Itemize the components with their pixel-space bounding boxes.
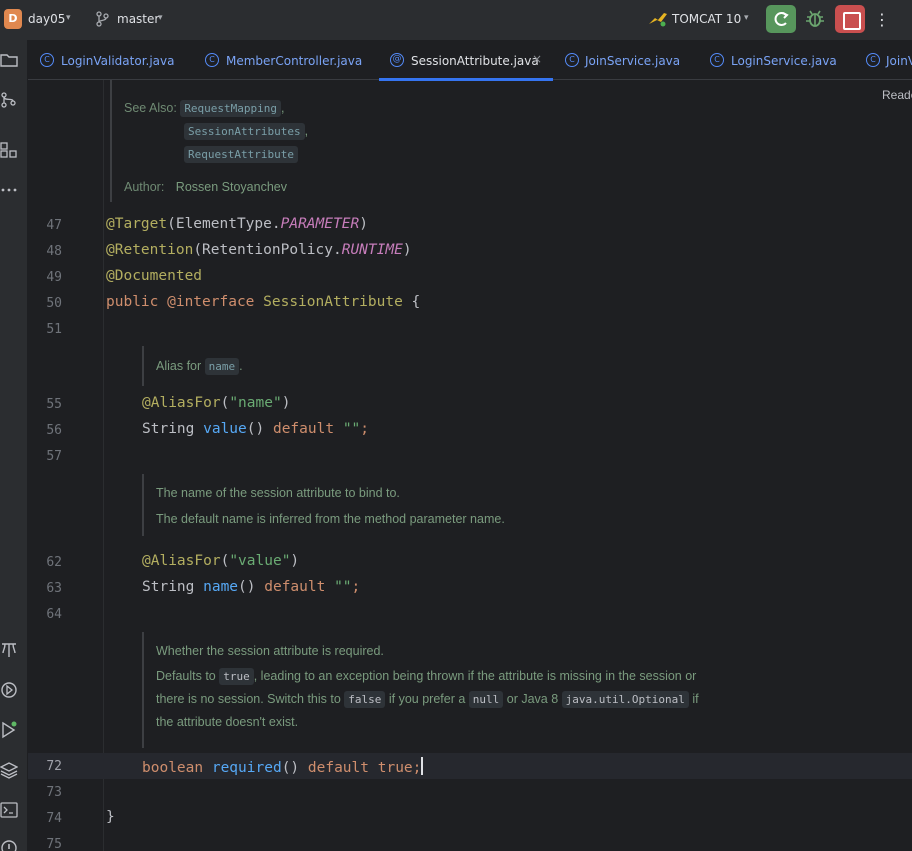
line-number: 56: [46, 423, 62, 438]
chevron-down-icon[interactable]: ▾: [744, 13, 749, 23]
tab-joinv[interactable]: C JoinV: [866, 40, 912, 80]
close-icon[interactable]: ×: [532, 52, 542, 66]
tab-joinservice[interactable]: C JoinService.java: [565, 40, 695, 80]
tab-label: JoinV: [886, 54, 912, 68]
javadoc-block: Alias for name.: [142, 346, 542, 386]
tab-loginvalidator[interactable]: C LoginValidator.java: [40, 40, 190, 80]
doc-link[interactable]: RequestMapping: [180, 100, 282, 117]
class-icon: C: [710, 53, 724, 67]
layers-icon[interactable]: [0, 761, 18, 779]
code-line[interactable]: }: [106, 809, 115, 825]
rerun-icon: [774, 12, 789, 26]
stop-button[interactable]: [835, 5, 865, 33]
tab-sessionattribute[interactable]: @ SessionAttribute.java ×: [379, 40, 553, 81]
code-line[interactable]: String name() default "";: [142, 579, 360, 595]
tab-label: JoinService.java: [585, 54, 681, 68]
author-label: Author:: [124, 180, 165, 194]
code-line[interactable]: boolean required() default true;: [142, 757, 424, 776]
tab-label: SessionAttribute.java: [411, 54, 539, 68]
tomcat-icon[interactable]: [648, 10, 668, 28]
code-chip: false: [344, 691, 386, 708]
javadoc-block: See Also: RequestMapping, SessionAttribu…: [110, 80, 510, 202]
code-chip: true: [219, 668, 254, 685]
rerun-button[interactable]: [766, 5, 796, 33]
reader-mode-label[interactable]: Reade: [882, 88, 912, 102]
javadoc-block: Whether the session attribute is require…: [142, 632, 792, 748]
tab-label: LoginValidator.java: [61, 54, 175, 68]
class-icon: C: [205, 53, 219, 67]
code-line[interactable]: @Retention(RetentionPolicy.RUNTIME): [106, 242, 412, 258]
project-folder-icon[interactable]: [0, 51, 18, 69]
run-icon[interactable]: [0, 721, 18, 739]
commit-icon[interactable]: [0, 91, 18, 109]
line-number: 48: [46, 244, 62, 259]
annotation-icon: @: [390, 53, 404, 67]
class-icon: C: [866, 53, 880, 67]
run-configuration[interactable]: TOMCAT 10: [672, 12, 741, 26]
line-number: 73: [46, 785, 62, 800]
author-name: Rossen Stoyanchev: [175, 180, 287, 194]
tab-label: LoginService.java: [731, 54, 837, 68]
branch-name[interactable]: master: [117, 12, 159, 26]
services-icon[interactable]: [0, 681, 18, 699]
doc-link[interactable]: SessionAttributes: [184, 123, 305, 140]
code-line[interactable]: @Documented: [106, 268, 202, 284]
line-number: 64: [46, 607, 62, 622]
code-chip: null: [468, 691, 504, 708]
structure-icon[interactable]: [0, 141, 18, 159]
line-number: 47: [46, 218, 62, 233]
title-bar: D day05 ▾ master ▾ TOMCAT 10 ▾ ⋮: [0, 0, 912, 40]
more-options-icon[interactable]: ⋮: [874, 9, 890, 31]
tool-window-strip: [0, 40, 28, 851]
problems-icon[interactable]: [0, 839, 18, 851]
code-line[interactable]: String value() default "";: [142, 421, 369, 437]
line-number: 75: [46, 837, 62, 851]
project-name[interactable]: day05: [28, 12, 65, 26]
code-editor[interactable]: Reade See Also: RequestMapping, SessionA…: [28, 80, 912, 851]
line-number: 72: [46, 759, 62, 774]
javadoc-block: The name of the session attribute to bin…: [142, 474, 622, 536]
editor-tab-bar: C LoginValidator.java C MemberController…: [28, 40, 912, 81]
gutter-divider: [103, 80, 104, 851]
text-caret: [421, 757, 424, 775]
line-number: 63: [46, 581, 62, 596]
line-number: 62: [46, 555, 62, 570]
code-line[interactable]: @AliasFor("name"): [142, 395, 290, 411]
doc-link[interactable]: name: [204, 358, 240, 375]
chevron-down-icon[interactable]: ▾: [66, 13, 71, 23]
class-icon: C: [565, 53, 579, 67]
endpoints-icon[interactable]: [0, 641, 18, 659]
code-line[interactable]: @Target(ElementType.PARAMETER): [106, 216, 368, 232]
class-icon: C: [40, 53, 54, 67]
line-number: 74: [46, 811, 62, 826]
debug-icon[interactable]: [802, 6, 828, 32]
code-line[interactable]: @AliasFor("value"): [142, 553, 299, 569]
code-chip: java.util.Optional: [561, 691, 689, 708]
see-also-label: See Also:: [124, 101, 177, 115]
line-number: 51: [46, 322, 62, 337]
doc-link[interactable]: RequestAttribute: [184, 146, 298, 163]
tab-membercontroller[interactable]: C MemberController.java: [205, 40, 375, 80]
line-number: 55: [46, 397, 62, 412]
tab-label: MemberController.java: [226, 54, 363, 68]
tab-loginservice[interactable]: C LoginService.java: [710, 40, 840, 80]
terminal-icon[interactable]: [0, 801, 18, 819]
line-number: 50: [46, 296, 62, 311]
line-number: 57: [46, 449, 62, 464]
branch-icon[interactable]: [95, 9, 109, 29]
chevron-down-icon[interactable]: ▾: [158, 13, 163, 23]
code-line[interactable]: public @interface SessionAttribute {: [106, 294, 420, 310]
more-tools-icon[interactable]: [0, 181, 18, 199]
project-badge[interactable]: D: [4, 9, 22, 29]
line-number: 49: [46, 270, 62, 285]
